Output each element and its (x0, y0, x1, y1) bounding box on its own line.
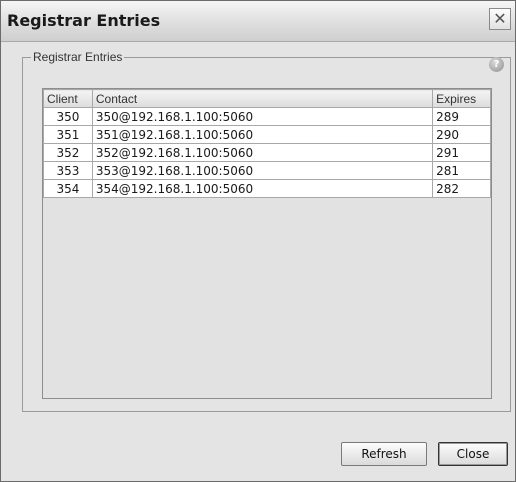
cell-client: 351 (43, 125, 93, 144)
close-window-icon[interactable]: ✕ (489, 8, 511, 30)
cell-contact: 350@192.168.1.100:5060 (91, 107, 434, 126)
column-header-client[interactable]: Client (43, 89, 93, 108)
cell-expires: 291 (432, 143, 491, 162)
entries-table-area[interactable]: Client Contact Expires 350 350@192.168.1… (42, 88, 492, 399)
cell-expires: 289 (432, 107, 491, 126)
cell-client: 354 (43, 179, 93, 198)
cell-contact: 353@192.168.1.100:5060 (91, 161, 434, 180)
table-header-row: Client Contact Expires (43, 89, 491, 108)
refresh-button[interactable]: Refresh (341, 442, 427, 466)
table-row[interactable]: 353 353@192.168.1.100:5060 281 (43, 161, 491, 180)
title-bar[interactable]: Registrar Entries ✕ (1, 1, 515, 42)
group-label: Registrar Entries (31, 50, 125, 64)
table-row[interactable]: 354 354@192.168.1.100:5060 282 (43, 179, 491, 198)
table-row[interactable]: 350 350@192.168.1.100:5060 289 (43, 107, 491, 126)
help-icon[interactable]: ? (489, 57, 504, 72)
entries-table: Client Contact Expires 350 350@192.168.1… (43, 89, 491, 198)
window-title: Registrar Entries (7, 11, 161, 30)
cell-contact: 354@192.168.1.100:5060 (91, 179, 434, 198)
table-row[interactable]: 351 351@192.168.1.100:5060 290 (43, 125, 491, 144)
cell-client: 352 (43, 143, 93, 162)
cell-expires: 281 (432, 161, 491, 180)
cell-contact: 351@192.168.1.100:5060 (91, 125, 434, 144)
column-header-contact[interactable]: Contact (91, 89, 434, 108)
cell-client: 350 (43, 107, 93, 126)
table-row[interactable]: 352 352@192.168.1.100:5060 291 (43, 143, 491, 162)
cell-expires: 282 (432, 179, 491, 198)
cell-expires: 290 (432, 125, 491, 144)
close-button[interactable]: Close (438, 442, 508, 466)
cell-contact: 352@192.168.1.100:5060 (91, 143, 434, 162)
cell-client: 353 (43, 161, 93, 180)
registrar-entries-dialog: Registrar Entries ✕ Registrar Entries ? … (0, 0, 516, 482)
column-header-expires[interactable]: Expires (432, 89, 491, 108)
